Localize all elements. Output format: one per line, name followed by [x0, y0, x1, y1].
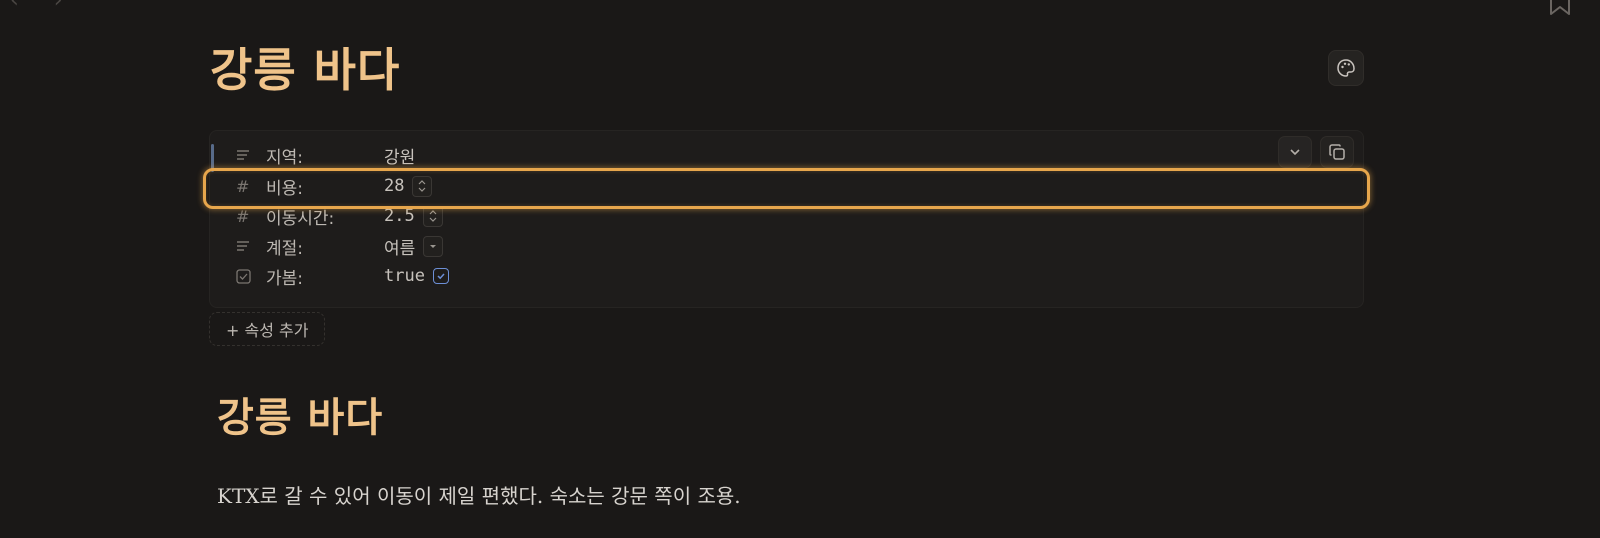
stepper-arrows-icon: [429, 210, 437, 222]
property-key: 이동시간:: [266, 208, 335, 229]
content-heading: 강릉 바다: [217, 394, 384, 441]
properties-toolbar: [1278, 136, 1354, 168]
property-row-region[interactable]: 지역: 강원: [236, 142, 415, 168]
checkbox-icon: [236, 268, 258, 284]
property-key: 지역:: [266, 147, 304, 168]
property-value[interactable]: 28: [384, 176, 404, 196]
text-lines-icon: [236, 240, 258, 252]
property-row-travel-time[interactable]: # 이동시간: 2.5: [236, 203, 443, 229]
add-property-button[interactable]: + 속성 추가: [209, 312, 326, 346]
property-key: 비용:: [266, 178, 304, 199]
palette-icon: [1337, 59, 1355, 77]
season-dropdown[interactable]: [423, 235, 444, 257]
property-value[interactable]: 강원: [384, 143, 415, 168]
hash-icon: #: [236, 176, 250, 196]
page-title: 강릉 바다: [210, 43, 401, 97]
note-page: ‹ › 강릉 바다 지역: 강원 # 비용: 28 # 이동시간: 2.5 계절…: [0, 0, 1600, 538]
property-value[interactable]: 여름: [384, 234, 415, 259]
copy-properties-button[interactable]: [1320, 136, 1354, 168]
property-value[interactable]: 2.5: [384, 206, 415, 226]
stepper-arrows-icon: [419, 180, 426, 192]
number-stepper[interactable]: [422, 205, 443, 227]
property-key: 가봄:: [266, 268, 304, 289]
property-key: 계절:: [266, 238, 304, 259]
caret-down-icon: [430, 245, 437, 248]
properties-accent-bar: [211, 144, 214, 172]
chevron-down-icon: [1290, 149, 1300, 156]
collapse-properties-button[interactable]: [1278, 136, 1312, 168]
hash-icon: #: [236, 206, 250, 226]
property-row-visited[interactable]: 가봄: true: [236, 263, 449, 289]
copy-icon: [1329, 144, 1345, 160]
property-value: true: [384, 266, 425, 286]
visited-checkbox[interactable]: [432, 268, 449, 284]
content-paragraph: KTX로 갈 수 있어 이동이 제일 편했다. 숙소는 강문 쪽이 조용.: [217, 484, 741, 508]
check-icon: [437, 273, 445, 280]
text-lines-icon: [236, 149, 258, 161]
property-row-cost[interactable]: # 비용: 28: [236, 173, 433, 199]
nav-arrows[interactable]: ‹ ›: [10, 0, 77, 13]
property-row-season[interactable]: 계절: 여름: [236, 233, 444, 259]
palette-button[interactable]: [1328, 50, 1364, 86]
bookmark-icon[interactable]: [1548, 0, 1572, 16]
number-stepper[interactable]: [412, 175, 433, 197]
